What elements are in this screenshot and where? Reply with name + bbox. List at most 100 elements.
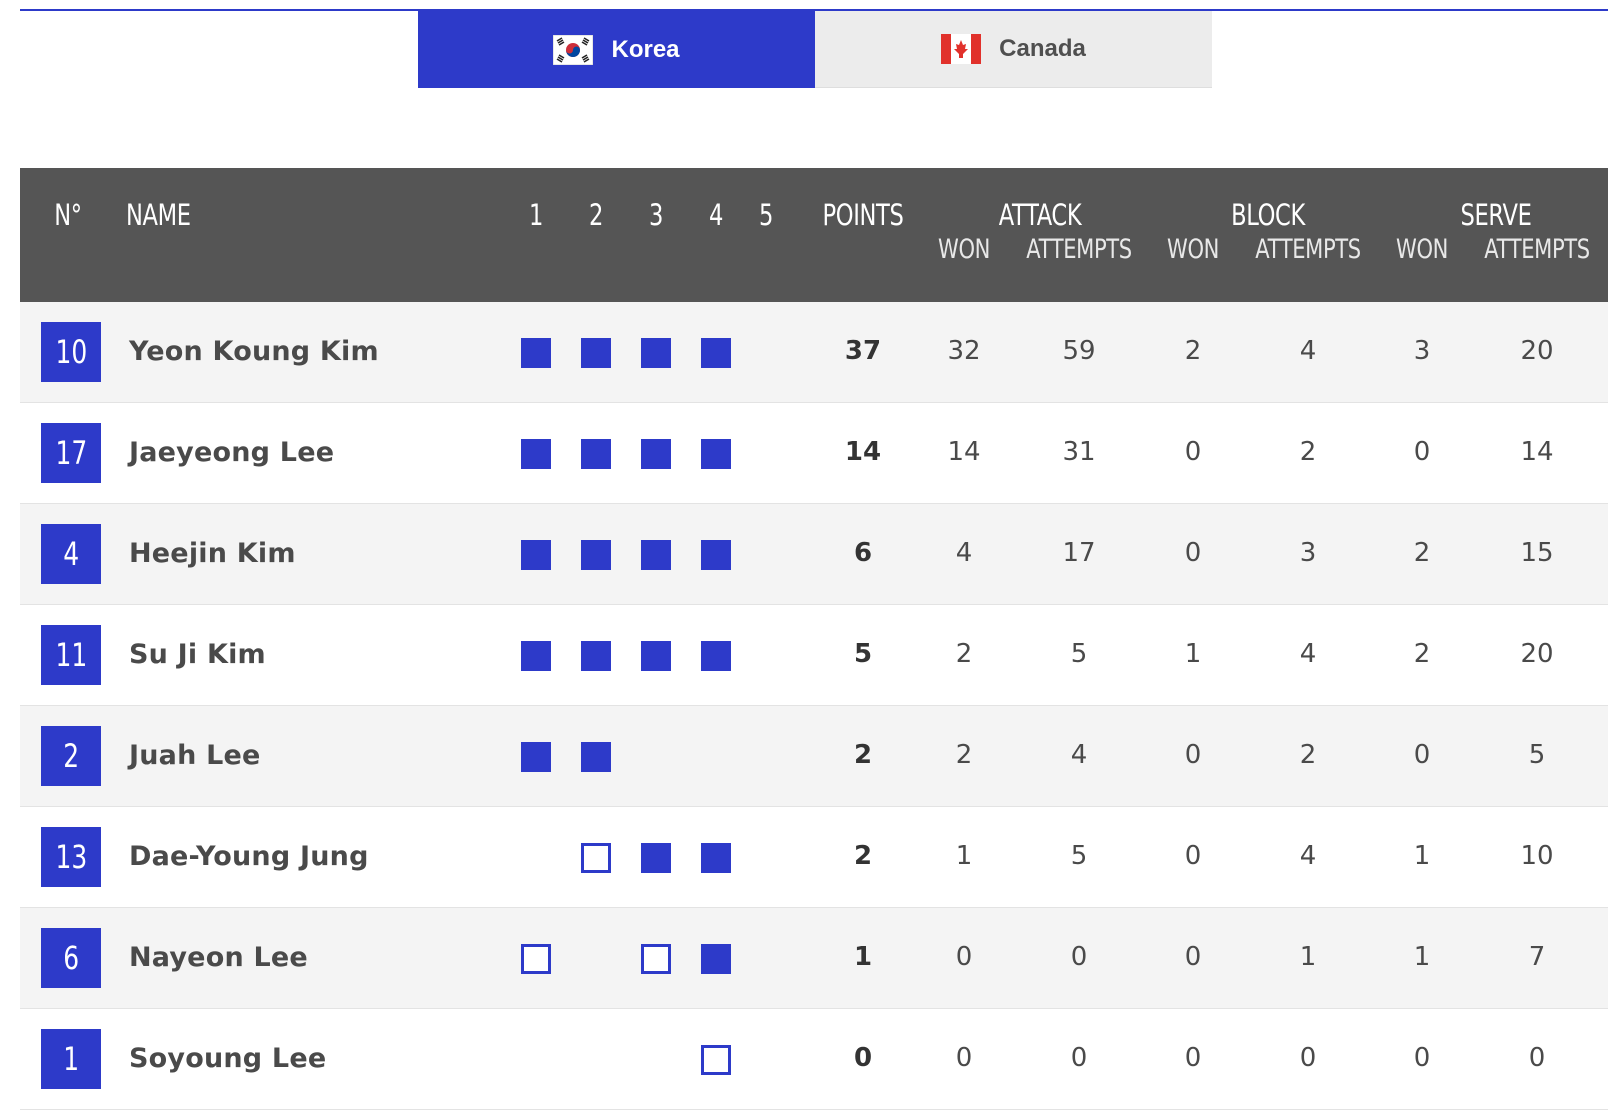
player-name[interactable]: Soyoung Lee	[129, 1043, 326, 1074]
stat-attack-attempts: 59	[1062, 336, 1096, 366]
table-row[interactable]: 4 Heejin Kim 6 4 17 0 3 2 15	[20, 504, 1608, 605]
set-starter-icon	[581, 540, 611, 570]
player-number: 17	[55, 434, 87, 472]
stat-serve-attempts: 5	[1528, 740, 1546, 770]
player-number: 6	[63, 939, 79, 977]
set-starter-icon	[581, 338, 611, 368]
stat-attack-won: 1	[955, 841, 973, 871]
player-number: 4	[63, 535, 79, 573]
stat-block-attempts: 4	[1299, 841, 1317, 871]
stat-points: 5	[853, 639, 873, 669]
stat-serve-attempts: 0	[1528, 1043, 1546, 1073]
player-number-badge: 1	[41, 1029, 101, 1089]
col-serve-attempts-header: ATTEMPTS	[1484, 234, 1590, 265]
col-set1-header: 1	[528, 198, 544, 232]
stat-attack-won: 14	[947, 437, 981, 467]
stat-serve-attempts: 20	[1520, 336, 1554, 366]
stat-serve-won: 2	[1413, 639, 1431, 669]
stat-points: 14	[844, 437, 882, 467]
tab-canada-label: Canada	[999, 35, 1086, 62]
stat-block-won: 0	[1184, 437, 1202, 467]
set-starter-icon	[521, 742, 551, 772]
stats-table-body: 10 Yeon Koung Kim 37 32 59 2 4 3 20 17 Jaeyeong Le…	[20, 302, 1608, 1110]
canada-flag-icon	[941, 34, 982, 64]
stat-attack-won: 2	[955, 740, 973, 770]
player-number-badge: 2	[41, 726, 101, 786]
player-number-badge: 17	[41, 423, 101, 483]
player-number-badge: 4	[41, 524, 101, 584]
stat-block-won: 2	[1184, 336, 1202, 366]
table-row[interactable]: 10 Yeon Koung Kim 37 32 59 2 4 3 20	[20, 302, 1608, 403]
table-row[interactable]: 13 Dae-Young Jung 2 1 5 0 4 1 10	[20, 807, 1608, 908]
stat-block-attempts: 4	[1299, 336, 1317, 366]
col-number-header: N°	[54, 198, 82, 232]
stat-attack-attempts: 0	[1070, 1043, 1088, 1073]
stat-points: 6	[853, 538, 873, 568]
set-starter-icon	[521, 540, 551, 570]
table-row[interactable]: 2 Juah Lee 2 2 4 0 2 0 5	[20, 706, 1608, 807]
stat-serve-won: 0	[1413, 740, 1431, 770]
set-starter-icon	[581, 439, 611, 469]
set-starter-icon	[581, 641, 611, 671]
stat-points: 0	[853, 1043, 873, 1073]
set-starter-icon	[641, 843, 671, 873]
set-starter-icon	[701, 641, 731, 671]
set-starter-icon	[701, 843, 731, 873]
set-substitute-icon	[581, 843, 611, 873]
set-substitute-icon	[701, 1045, 731, 1075]
stat-attack-won: 0	[955, 942, 973, 972]
tab-korea-label: Korea	[611, 35, 680, 63]
col-set4-header: 4	[708, 198, 724, 232]
set-substitute-icon	[521, 944, 551, 974]
col-serve-header: SERVE	[1460, 198, 1532, 232]
player-name[interactable]: Nayeon Lee	[129, 942, 308, 973]
stat-block-attempts: 3	[1299, 538, 1317, 568]
table-row[interactable]: 1 Soyoung Lee 0 0 0 0 0 0 0	[20, 1009, 1608, 1110]
stat-block-won: 0	[1184, 1043, 1202, 1073]
player-number: 2	[63, 737, 79, 775]
table-row[interactable]: 6 Nayeon Lee 1 0 0 0 1 1 7	[20, 908, 1608, 1009]
stat-serve-attempts: 10	[1520, 841, 1554, 871]
stat-attack-won: 4	[955, 538, 973, 568]
set-starter-icon	[641, 540, 671, 570]
player-name[interactable]: Su Ji Kim	[129, 639, 266, 670]
player-name[interactable]: Yeon Koung Kim	[129, 336, 379, 367]
stat-attack-attempts: 0	[1070, 942, 1088, 972]
player-number-badge: 10	[41, 322, 101, 382]
stat-block-attempts: 4	[1299, 639, 1317, 669]
stat-block-attempts: 1	[1299, 942, 1317, 972]
stats-table-header: N° NAME 1 2 3 4 5 POINTS ATTACK BLOCK SE…	[20, 168, 1608, 302]
set-starter-icon	[581, 742, 611, 772]
tab-canada[interactable]: Canada	[815, 11, 1212, 88]
col-set3-header: 3	[648, 198, 664, 232]
stat-serve-won: 2	[1413, 538, 1431, 568]
tab-korea[interactable]: Korea	[418, 11, 815, 88]
stat-attack-attempts: 4	[1070, 740, 1088, 770]
stat-attack-won: 32	[947, 336, 981, 366]
player-number: 11	[55, 636, 87, 674]
stat-attack-won: 2	[955, 639, 973, 669]
team-tabs: Korea Canada	[418, 11, 1212, 88]
player-name[interactable]: Juah Lee	[129, 740, 261, 771]
set-starter-icon	[641, 338, 671, 368]
player-name[interactable]: Jaeyeong Lee	[129, 437, 334, 468]
stat-points: 1	[853, 942, 873, 972]
table-row[interactable]: 17 Jaeyeong Lee 14 14 31 0 2 0 14	[20, 403, 1608, 504]
table-row[interactable]: 11 Su Ji Kim 5 2 5 1 4 2 20	[20, 605, 1608, 706]
stat-attack-attempts: 5	[1070, 639, 1088, 669]
col-serve-won-header: WON	[1396, 234, 1448, 265]
set-starter-icon	[701, 540, 731, 570]
player-number-badge: 11	[41, 625, 101, 685]
player-name[interactable]: Heejin Kim	[129, 538, 296, 569]
player-name[interactable]: Dae-Young Jung	[129, 841, 369, 872]
stat-block-won: 0	[1184, 942, 1202, 972]
player-number: 10	[55, 333, 87, 371]
stat-serve-attempts: 7	[1528, 942, 1546, 972]
col-points-header: POINTS	[822, 198, 904, 232]
player-number: 1	[63, 1040, 79, 1078]
col-name-header: NAME	[126, 198, 191, 232]
set-starter-icon	[521, 338, 551, 368]
stat-serve-won: 3	[1413, 336, 1431, 366]
stat-serve-attempts: 20	[1520, 639, 1554, 669]
stat-block-attempts: 0	[1299, 1043, 1317, 1073]
